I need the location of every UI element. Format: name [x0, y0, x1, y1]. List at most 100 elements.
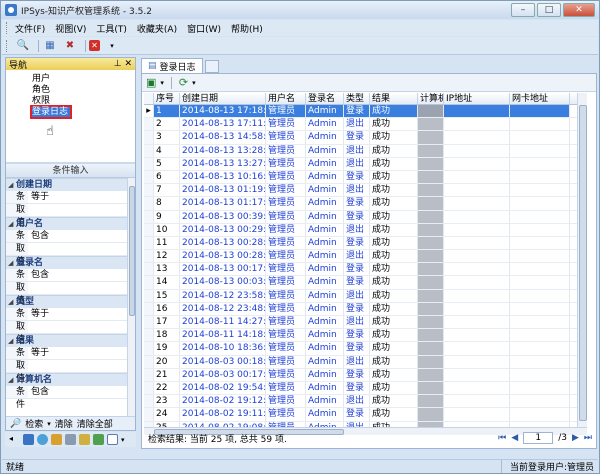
menu-help[interactable]: 帮助(H): [231, 22, 263, 35]
table-row[interactable]: ▸12014-08-13 17:18:05管理员Admin登录成功: [144, 105, 587, 119]
column-header[interactable]: 计算机名: [418, 93, 444, 104]
condition-group-header[interactable]: ◢ 用户名: [6, 217, 127, 230]
new-tab-button[interactable]: [204, 60, 219, 73]
table-row[interactable]: 232014-08-02 19:12:00管理员Admin退出成功: [144, 395, 587, 409]
condition-field-value[interactable]: 等于: [28, 308, 127, 320]
user-remove-icon[interactable]: ✖: [62, 39, 78, 53]
table-row[interactable]: 152014-08-12 23:58:38管理员Admin退出成功: [144, 289, 587, 303]
row-indicator[interactable]: ▸: [144, 105, 154, 118]
table-row[interactable]: 222014-08-02 19:54:19管理员Admin登录成功: [144, 381, 587, 396]
table-row[interactable]: 202014-08-03 00:18:29管理员Admin退出成功: [144, 355, 587, 369]
column-header[interactable]: 网卡地址: [510, 93, 570, 104]
left-arrow-icon[interactable]: ◂: [9, 434, 20, 445]
condition-field-value[interactable]: [28, 282, 127, 294]
condition-group-header[interactable]: ◢ 结果: [6, 334, 127, 347]
row-indicator[interactable]: [144, 223, 154, 236]
check-icon[interactable]: [93, 434, 104, 445]
box-icon[interactable]: [51, 434, 62, 445]
row-indicator[interactable]: [144, 395, 154, 408]
row-indicator[interactable]: [144, 157, 154, 170]
menu-grip[interactable]: [6, 22, 9, 34]
excel-export-icon[interactable]: ▣: [146, 76, 156, 89]
row-indicator[interactable]: [144, 368, 154, 381]
row-indicator[interactable]: [144, 236, 154, 250]
first-page-icon[interactable]: ⏮: [498, 433, 506, 443]
table-row[interactable]: 92014-08-13 00:39:57管理员Admin登录成功: [144, 210, 587, 224]
table-row[interactable]: 122014-08-13 00:28:10管理员Admin退出成功: [144, 250, 587, 264]
globe-icon[interactable]: [37, 434, 48, 445]
condition-value-row[interactable]: 取值: [6, 243, 127, 267]
menu-favorites[interactable]: 收藏夹(A): [137, 22, 177, 35]
gear-icon[interactable]: [65, 434, 76, 445]
chevron-down-icon[interactable]: ▾: [47, 420, 51, 428]
minimize-button[interactable]: –: [511, 3, 535, 17]
condition-group-header[interactable]: ◢ 创建日期: [6, 178, 127, 191]
close-icon[interactable]: ✕: [124, 59, 132, 69]
toolbar-grip[interactable]: [6, 39, 9, 52]
row-indicator[interactable]: [144, 381, 154, 395]
table-row[interactable]: 132014-08-13 00:17:10管理员Admin登录成功: [144, 263, 587, 277]
row-indicator[interactable]: [144, 197, 154, 210]
nav-item-roles[interactable]: 角色: [6, 85, 135, 96]
row-indicator[interactable]: [144, 408, 154, 421]
row-indicator[interactable]: [144, 144, 154, 157]
condition-group-header[interactable]: ◢ 登录名: [6, 256, 127, 269]
chevron-down-icon[interactable]: ▾: [121, 436, 125, 444]
conditions-scrollbar[interactable]: [127, 178, 135, 418]
condition-value-row[interactable]: 取值: [6, 282, 127, 306]
table-row[interactable]: 102014-08-13 00:29:13管理员Admin退出成功: [144, 223, 587, 237]
scrollbar-thumb[interactable]: [129, 186, 135, 316]
row-indicator[interactable]: [144, 184, 154, 197]
column-header[interactable]: 序号: [154, 93, 180, 104]
row-indicator[interactable]: [144, 210, 154, 223]
page-input[interactable]: 1: [523, 432, 554, 444]
table-row[interactable]: 242014-08-02 19:11:10管理员Admin登录成功: [144, 408, 587, 422]
condition-value-row[interactable]: 取值: [6, 360, 127, 384]
condition-field-value[interactable]: 等于: [28, 347, 127, 359]
menu-view[interactable]: 视图(V): [55, 22, 86, 35]
condition-field-value[interactable]: [28, 360, 127, 372]
condition-field-value[interactable]: 包含: [28, 230, 127, 242]
column-header[interactable]: 类型: [344, 93, 370, 104]
prev-page-icon[interactable]: ◀: [511, 433, 518, 443]
close-button[interactable]: ✕: [563, 3, 595, 17]
table-row[interactable]: 82014-08-13 01:17:23管理员Admin登录成功: [144, 197, 587, 211]
row-indicator[interactable]: [144, 263, 154, 276]
chevron-down-icon[interactable]: ▾: [160, 79, 164, 87]
users-icon[interactable]: ▦: [42, 39, 58, 53]
table-row[interactable]: 192014-08-10 18:36:52管理员Admin登录成功: [144, 342, 587, 356]
column-header[interactable]: 登录名: [306, 93, 344, 104]
condition-operator-row[interactable]: 条件等于: [6, 347, 127, 371]
condition-operator-row[interactable]: 条件等于: [6, 308, 127, 332]
table-row[interactable]: 62014-08-13 10:16:34管理员Admin登录成功: [144, 170, 587, 185]
row-indicator[interactable]: [144, 276, 154, 289]
table-row[interactable]: 22014-08-13 17:11:28管理员Admin退出成功: [144, 118, 587, 132]
search-button[interactable]: 检索: [25, 417, 43, 430]
condition-value-row[interactable]: 取值: [6, 321, 127, 345]
condition-group-header[interactable]: ◢ 类型: [6, 295, 127, 308]
menu-file[interactable]: 文件(F): [15, 22, 45, 35]
table-row[interactable]: 112014-08-13 00:28:46管理员Admin登录成功: [144, 236, 587, 251]
tab-login-log[interactable]: ▤ 登录日志: [141, 58, 203, 73]
table-row[interactable]: 212014-08-03 00:17:36管理员Admin登录成功: [144, 368, 587, 382]
menu-window[interactable]: 窗口(W): [187, 22, 221, 35]
exit-icon[interactable]: ✕: [89, 40, 100, 51]
last-page-icon[interactable]: ⏭: [584, 433, 592, 443]
next-page-icon[interactable]: ▶: [572, 433, 579, 443]
maximize-button[interactable]: □: [537, 3, 561, 17]
cube-icon[interactable]: [23, 434, 34, 445]
column-header[interactable]: IP地址: [444, 93, 510, 104]
column-header[interactable]: 创建日期: [180, 93, 266, 104]
table-row[interactable]: 142014-08-13 00:03:47管理员Admin登录成功: [144, 276, 587, 290]
row-indicator[interactable]: [144, 118, 154, 131]
window-icon[interactable]: [107, 434, 118, 445]
condition-field-value[interactable]: 包含: [28, 386, 127, 398]
condition-field-value[interactable]: 等于: [28, 191, 127, 203]
condition-operator-row[interactable]: 条件包含: [6, 386, 127, 410]
chevron-down-icon[interactable]: ▾: [192, 79, 196, 87]
chevron-down-icon[interactable]: ▾: [104, 39, 120, 53]
clear-button[interactable]: 清除: [55, 417, 73, 430]
nav-item-users[interactable]: 用户: [6, 74, 135, 85]
condition-value-row[interactable]: 取值: [6, 204, 127, 228]
row-indicator[interactable]: [144, 302, 154, 315]
